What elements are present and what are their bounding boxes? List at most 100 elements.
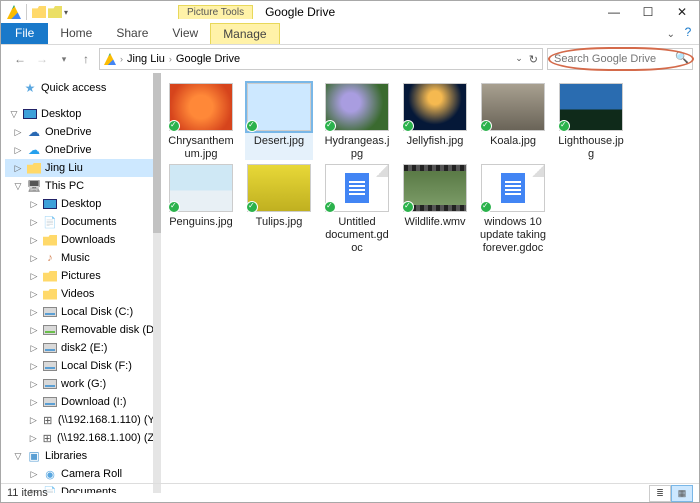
tree-node[interactable]: ▽▣Libraries <box>5 447 161 465</box>
expand-icon[interactable]: ▷ <box>13 163 23 174</box>
items-view[interactable]: Chrysanthemum.jpgDesert.jpgHydrangeas.jp… <box>161 73 699 493</box>
tree-node[interactable]: ★Quick access <box>5 79 161 97</box>
file-name: Lighthouse.jpg <box>557 135 625 160</box>
tree-label: work (G:) <box>61 378 106 390</box>
expand-icon[interactable]: ▷ <box>29 415 38 426</box>
thumbnail <box>247 164 311 212</box>
expand-icon[interactable]: ▷ <box>29 361 39 372</box>
view-details-button[interactable]: ≣ <box>649 485 671 502</box>
file-item[interactable]: Koala.jpg <box>479 81 547 160</box>
tab-home[interactable]: Home <box>48 23 104 44</box>
nav-back-button[interactable]: ← <box>11 50 29 68</box>
thumbnail <box>559 83 623 131</box>
sync-badge-icon <box>480 120 492 132</box>
file-item[interactable]: Jellyfish.jpg <box>401 81 469 160</box>
breadcrumb-sep[interactable]: › <box>120 54 123 64</box>
sync-badge-icon <box>402 201 414 213</box>
tree-node[interactable]: ▷Jing Liu <box>5 159 161 177</box>
qat-customize-caret[interactable]: ▾ <box>64 8 68 17</box>
breadcrumb-2[interactable]: Google Drive <box>176 53 240 65</box>
expand-icon[interactable]: ▷ <box>13 145 23 156</box>
tree-label: Download (I:) <box>61 396 126 408</box>
tree-node[interactable]: ▷Downloads <box>5 231 161 249</box>
tree-node[interactable]: ▷Desktop <box>5 195 161 213</box>
view-icons-button[interactable]: ▦ <box>671 485 693 502</box>
tree-node[interactable]: ▷Local Disk (C:) <box>5 303 161 321</box>
address-drive-icon <box>104 53 116 65</box>
tree-node[interactable]: ▽Desktop <box>5 105 161 123</box>
expand-icon[interactable]: ▷ <box>29 199 39 210</box>
tab-view[interactable]: View <box>160 23 210 44</box>
tree-node[interactable]: ▷◉Camera Roll <box>5 465 161 483</box>
search-input[interactable] <box>547 48 693 70</box>
expand-icon[interactable]: ▷ <box>29 289 39 300</box>
file-item[interactable]: windows 10 update taking forever.gdoc <box>479 162 547 253</box>
close-button[interactable]: ✕ <box>665 1 699 23</box>
app-icon[interactable] <box>7 5 21 19</box>
expand-icon[interactable]: ▷ <box>29 271 39 282</box>
tree-node[interactable]: ▷Removable disk (D:) <box>5 321 161 339</box>
tree-node[interactable]: ▷📄Documents <box>5 213 161 231</box>
tree-node[interactable]: ▷ Download (I:) <box>5 393 161 411</box>
item-count: 11 items <box>7 487 48 499</box>
expand-icon[interactable]: ▷ <box>29 379 39 390</box>
tree-node[interactable]: ▷ work (G:) <box>5 375 161 393</box>
nav-recent-caret[interactable]: ▾ <box>55 50 73 68</box>
minimize-button[interactable]: — <box>597 1 631 23</box>
expand-icon[interactable]: ▷ <box>29 253 39 264</box>
help-icon[interactable]: ? <box>677 23 699 44</box>
qat-properties-icon[interactable] <box>32 6 46 18</box>
file-name: Jellyfish.jpg <box>401 135 469 148</box>
expand-icon[interactable]: ▷ <box>29 397 39 408</box>
tree-node[interactable]: ▷⊞(\\192.168.1.100) (Z:) <box>5 429 161 447</box>
tree-node[interactable]: ▷Pictures <box>5 267 161 285</box>
sync-badge-icon <box>558 120 570 132</box>
expand-icon[interactable]: ▽ <box>9 109 19 120</box>
qat-newfolder-icon[interactable] <box>48 6 62 18</box>
tree-node[interactable]: ▷♪Music <box>5 249 161 267</box>
expand-icon[interactable]: ▷ <box>29 235 39 246</box>
tree-node[interactable]: ▷Videos <box>5 285 161 303</box>
expand-icon[interactable]: ▷ <box>29 325 39 336</box>
tree-node[interactable]: ▷⊞(\\192.168.1.110) (Y:) <box>5 411 161 429</box>
file-item[interactable]: Hydrangeas.jpg <box>323 81 391 160</box>
tree-node[interactable]: ▷☁OneDrive <box>5 141 161 159</box>
nav-up-button[interactable]: ↑ <box>77 50 95 68</box>
thumbnail <box>481 164 545 212</box>
nav-forward-button[interactable]: → <box>33 50 51 68</box>
file-item[interactable]: Desert.jpg <box>245 81 313 160</box>
tab-manage[interactable]: Manage <box>210 23 279 44</box>
breadcrumb-sep[interactable]: › <box>169 54 172 64</box>
address-dropdown-icon[interactable]: ⌄ <box>515 53 523 66</box>
tree-label: Quick access <box>41 82 106 94</box>
expand-icon[interactable]: ▷ <box>29 433 37 444</box>
tree-node[interactable]: ▷Local Disk (F:) <box>5 357 161 375</box>
file-item[interactable]: Chrysanthemum.jpg <box>167 81 235 160</box>
search-icon[interactable]: 🔍 <box>675 51 689 64</box>
refresh-icon[interactable]: ↻ <box>529 53 538 66</box>
address-box[interactable]: › Jing Liu › Google Drive ⌄ ↻ <box>99 48 543 70</box>
maximize-button[interactable]: ☐ <box>631 1 665 23</box>
file-item[interactable]: Untitled document.gdoc <box>323 162 391 253</box>
breadcrumb-1[interactable]: Jing Liu <box>127 53 165 65</box>
expand-icon[interactable]: ▷ <box>29 343 39 354</box>
file-item[interactable]: Lighthouse.jpg <box>557 81 625 160</box>
expand-icon[interactable]: ▽ <box>13 451 23 462</box>
tree-node[interactable]: ▽🖥This PC <box>5 177 161 195</box>
expand-icon[interactable]: ▷ <box>29 469 39 480</box>
ribbon-expand-icon[interactable]: ⌄ <box>667 29 675 40</box>
expand-icon[interactable]: ▷ <box>29 217 39 228</box>
file-item[interactable]: Penguins.jpg <box>167 162 235 253</box>
expand-icon[interactable]: ▽ <box>13 181 23 192</box>
file-item[interactable]: Wildlife.wmv <box>401 162 469 253</box>
tab-share[interactable]: Share <box>104 23 160 44</box>
expand-icon[interactable]: ▷ <box>13 127 23 138</box>
scrollbar-thumb[interactable] <box>153 73 161 233</box>
file-item[interactable]: Tulips.jpg <box>245 162 313 253</box>
navigation-pane[interactable]: ★Quick access▽Desktop▷☁OneDrive▷☁OneDriv… <box>1 73 161 493</box>
tab-file[interactable]: File <box>1 23 48 44</box>
tree-node[interactable]: ▷☁OneDrive <box>5 123 161 141</box>
window-title: Google Drive <box>265 5 335 19</box>
tree-node[interactable]: ▷disk2 (E:) <box>5 339 161 357</box>
expand-icon[interactable]: ▷ <box>29 307 39 318</box>
